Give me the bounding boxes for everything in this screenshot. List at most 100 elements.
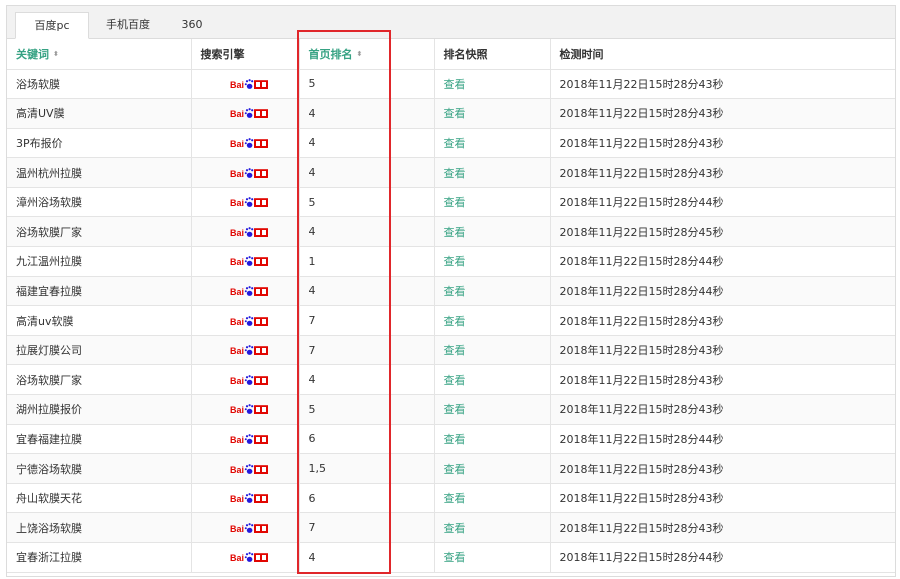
check-time-cell: 2018年11月22日15时28分43秒 <box>550 305 895 336</box>
rank-value: 5 <box>308 77 316 91</box>
svg-text:Bai: Bai <box>230 228 244 238</box>
ranking-table: 关键词 ⬍ 搜索引擎 首页排名 ⬍ 排名快照 检测时间 浴场软膜 Bai 5 查… <box>7 39 895 573</box>
view-snapshot-link[interactable]: 查看 <box>444 315 466 328</box>
snapshot-cell: 查看 <box>434 394 551 425</box>
keyword-text: 宁德浴场软膜 <box>16 462 82 476</box>
engine-cell: Bai <box>191 364 300 396</box>
rank-cell: 4 <box>299 98 435 129</box>
table-header-row: 关键词 ⬍ 搜索引擎 首页排名 ⬍ 排名快照 检测时间 <box>7 39 895 70</box>
rank-value: 1,5 <box>308 462 327 476</box>
check-time-text: 2018年11月22日15时28分43秒 <box>559 136 724 150</box>
check-time-text: 2018年11月22日15时28分44秒 <box>559 196 724 210</box>
view-snapshot-link[interactable]: 查看 <box>444 137 466 150</box>
view-snapshot-link[interactable]: 查看 <box>444 255 466 268</box>
check-time-cell: 2018年11月22日15时28分44秒 <box>550 246 895 277</box>
check-time-cell: 2018年11月22日15时28分44秒 <box>550 276 895 307</box>
snapshot-cell: 查看 <box>434 157 551 188</box>
keyword-text: 温州杭州拉膜 <box>16 166 82 180</box>
check-time-cell: 2018年11月22日15时28分43秒 <box>550 335 895 366</box>
table-row: 高清UV膜 Bai 4 查看 2018年11月22日15时28分43秒 <box>7 98 895 129</box>
baidu-logo-icon: Bai <box>230 197 268 208</box>
view-snapshot-link[interactable]: 查看 <box>444 167 466 180</box>
baidu-logo-icon: Bai <box>230 345 268 356</box>
rank-value: 4 <box>308 284 316 298</box>
rank-cell: 7 <box>299 512 435 543</box>
sort-icon[interactable]: ⬍ <box>357 51 363 58</box>
column-header-label: 首页排名 <box>308 47 353 61</box>
keyword-cell: 湖州拉膜报价 <box>7 394 192 425</box>
baidu-logo-icon: Bai <box>230 493 268 504</box>
svg-text:Bai: Bai <box>230 139 244 149</box>
engine-cell: Bai <box>191 187 300 218</box>
check-time-cell: 2018年11月22日15时28分43秒 <box>550 394 895 425</box>
check-time-cell: 2018年11月22日15时28分44秒 <box>550 424 895 455</box>
column-header-keyword[interactable]: 关键词 ⬍ <box>7 39 192 70</box>
check-time-text: 2018年11月22日15时28分44秒 <box>559 255 724 269</box>
check-time-text: 2018年11月22日15时28分44秒 <box>559 551 724 565</box>
view-snapshot-link[interactable]: 查看 <box>444 463 466 476</box>
snapshot-cell: 查看 <box>434 483 551 514</box>
engine-cell: Bai <box>191 157 300 188</box>
engine-cell: Bai <box>191 216 300 248</box>
keyword-text: 3P布报价 <box>16 136 63 150</box>
rank-value: 7 <box>308 521 316 535</box>
view-snapshot-link[interactable]: 查看 <box>444 107 466 120</box>
view-snapshot-link[interactable]: 查看 <box>444 374 466 387</box>
baidu-logo-icon: Bai <box>230 552 268 563</box>
snapshot-cell: 查看 <box>434 542 551 573</box>
keyword-text: 九江温州拉膜 <box>16 255 82 269</box>
rank-cell: 6 <box>299 483 435 514</box>
column-header-rank[interactable]: 首页排名 ⬍ <box>299 39 435 70</box>
snapshot-cell: 查看 <box>434 128 551 159</box>
table-row: 浴场软膜厂家 Bai 4 查看 2018年11月22日15时28分43秒 <box>7 364 895 396</box>
ranking-panel: 百度pc 手机百度 360 关键词 ⬍ 搜索引擎 首页排名 ⬍ 排名快照 检测时间 … <box>6 5 896 577</box>
view-snapshot-link[interactable]: 查看 <box>444 403 466 416</box>
keyword-text: 宜春福建拉膜 <box>16 432 82 446</box>
baidu-logo-icon: Bai <box>230 315 268 327</box>
view-snapshot-link[interactable]: 查看 <box>444 551 466 564</box>
view-snapshot-link[interactable]: 查看 <box>444 78 466 91</box>
tab-baidu-pc[interactable]: 百度pc <box>15 12 89 39</box>
rank-cell: 4 <box>299 276 435 307</box>
engine-cell: Bai <box>191 305 300 336</box>
table-row: 温州杭州拉膜 Bai 4 查看 2018年11月22日15时28分43秒 <box>7 157 895 188</box>
snapshot-cell: 查看 <box>434 216 551 248</box>
check-time-cell: 2018年11月22日15时28分43秒 <box>550 453 895 484</box>
snapshot-cell: 查看 <box>434 305 551 336</box>
view-snapshot-link[interactable]: 查看 <box>444 492 466 505</box>
tab-360[interactable]: 360 <box>169 12 215 38</box>
view-snapshot-link[interactable]: 查看 <box>444 226 466 239</box>
engine-cell: Bai <box>191 512 300 543</box>
snapshot-cell: 查看 <box>434 187 551 218</box>
view-snapshot-link[interactable]: 查看 <box>444 196 466 209</box>
keyword-text: 高清UV膜 <box>16 107 65 121</box>
check-time-cell: 2018年11月22日15时28分43秒 <box>550 483 895 514</box>
rank-cell: 4 <box>299 542 435 573</box>
view-snapshot-link[interactable]: 查看 <box>444 285 466 298</box>
rank-value: 4 <box>308 166 316 180</box>
snapshot-cell: 查看 <box>434 512 551 543</box>
svg-text:Bai: Bai <box>230 405 244 415</box>
keyword-cell: 漳州浴场软膜 <box>7 187 192 218</box>
view-snapshot-link[interactable]: 查看 <box>444 344 466 357</box>
check-time-text: 2018年11月22日15时28分44秒 <box>559 284 724 298</box>
baidu-logo-icon: Bai <box>230 138 268 149</box>
engine-cell: Bai <box>191 542 300 573</box>
engine-cell: Bai <box>191 128 300 159</box>
keyword-text: 湖州拉膜报价 <box>16 403 82 417</box>
svg-text:Bai: Bai <box>230 376 244 386</box>
view-snapshot-link[interactable]: 查看 <box>444 522 466 535</box>
svg-text:Bai: Bai <box>230 198 244 208</box>
table-row: 漳州浴场软膜 Bai 5 查看 2018年11月22日15时28分44秒 <box>7 187 895 218</box>
rank-value: 1 <box>308 254 316 268</box>
check-time-text: 2018年11月22日15时28分43秒 <box>559 77 724 91</box>
table-row: 福建宜春拉膜 Bai 4 查看 2018年11月22日15时28分44秒 <box>7 276 895 307</box>
check-time-text: 2018年11月22日15时28分43秒 <box>559 373 724 387</box>
table-row: 浴场软膜 Bai 5 查看 2018年11月22日15时28分43秒 <box>7 69 895 100</box>
tab-mobile-baidu[interactable]: 手机百度 <box>91 12 165 38</box>
view-snapshot-link[interactable]: 查看 <box>444 433 466 446</box>
baidu-logo-icon: Bai <box>230 463 268 475</box>
keyword-text: 浴场软膜 <box>16 77 60 91</box>
check-time-cell: 2018年11月22日15时28分44秒 <box>550 542 895 573</box>
sort-icon[interactable]: ⬍ <box>53 51 59 58</box>
